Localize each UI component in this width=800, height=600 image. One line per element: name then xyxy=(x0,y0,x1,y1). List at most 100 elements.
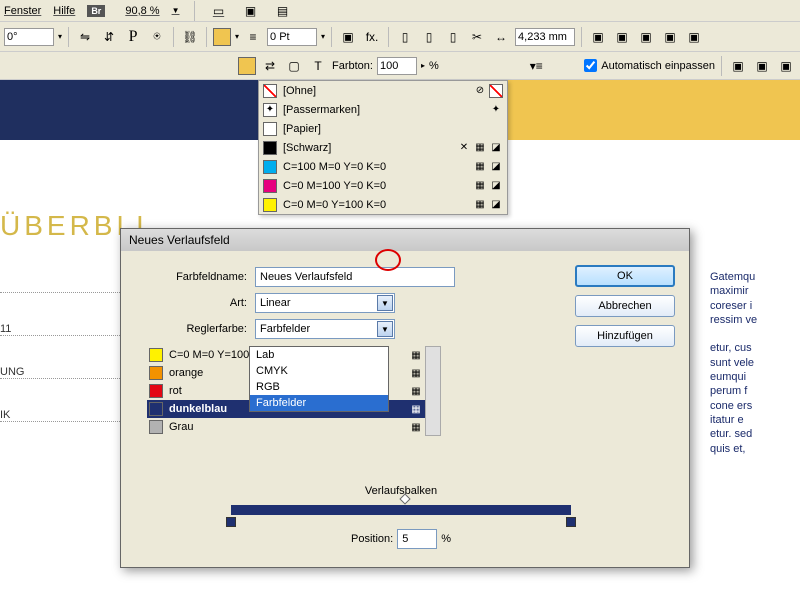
fit-icon-2[interactable]: ▣ xyxy=(612,27,632,47)
none-icon: ⊘ xyxy=(473,84,487,98)
dropdown-icon[interactable]: ▾ xyxy=(58,32,62,41)
align-right-icon[interactable]: ▯ xyxy=(443,27,463,47)
process-icon: ▦ xyxy=(409,348,423,362)
cmyk-icon: ◪ xyxy=(489,198,503,212)
dropdown-option[interactable]: RGB xyxy=(250,379,388,395)
list-item[interactable]: Grau▦◪ xyxy=(147,418,441,436)
arrange-icon[interactable]: ▤ xyxy=(273,1,293,21)
swatch-row[interactable]: [Schwarz]✕▦◪ xyxy=(259,138,507,157)
tint-input[interactable] xyxy=(377,57,417,75)
fit-icon-4[interactable]: ▣ xyxy=(660,27,680,47)
bridge-button[interactable]: Br xyxy=(87,5,105,17)
type-combo[interactable] xyxy=(255,293,395,313)
menu-hilfe[interactable]: Hilfe xyxy=(53,5,75,17)
screen-icon[interactable]: ▣ xyxy=(241,1,261,21)
process-icon: ▦ xyxy=(473,141,487,155)
fill-dropdown-icon[interactable]: ▾ xyxy=(235,32,239,41)
name-label: Farbfeldname: xyxy=(135,271,255,283)
process-icon: ▦ xyxy=(409,402,423,416)
misc-icon-1[interactable]: ▣ xyxy=(728,56,748,76)
position-input[interactable] xyxy=(397,529,437,549)
chevron-down-icon[interactable]: ▼ xyxy=(377,295,393,311)
process-icon: ▦ xyxy=(473,179,487,193)
autofit-label: Automatisch einpassen xyxy=(601,60,715,72)
angle-input[interactable] xyxy=(4,28,54,46)
menu-fenster[interactable]: Fenster xyxy=(4,5,41,17)
stroke-weight-icon[interactable]: ≡ xyxy=(243,27,263,47)
text-icon[interactable]: T xyxy=(308,56,328,76)
process-icon: ▦ xyxy=(409,384,423,398)
process-icon: ▦ xyxy=(409,420,423,434)
container-icon[interactable]: ▢ xyxy=(284,56,304,76)
swatch-toolbar: ⇄ ▢ T Farbton: ▸ % ▾≡ Automatisch einpas… xyxy=(0,52,800,80)
lock-icon: ✕ xyxy=(457,141,471,155)
swatch-row[interactable]: C=100 M=0 Y=0 K=0▦◪ xyxy=(259,157,507,176)
misc-icon-3[interactable]: ▣ xyxy=(776,56,796,76)
add-button[interactable]: Hinzufügen xyxy=(575,325,675,347)
size-icon[interactable]: ↔ xyxy=(491,27,511,47)
none-icon xyxy=(489,84,503,98)
swatch-row[interactable]: C=0 M=100 Y=0 K=0▦◪ xyxy=(259,176,507,195)
cancel-button[interactable]: Abbrechen xyxy=(575,295,675,317)
tint-arrow-icon[interactable]: ▸ xyxy=(421,61,425,70)
swatch-name-input[interactable] xyxy=(255,267,455,287)
anchor-icon[interactable]: ⍟ xyxy=(147,27,167,47)
fill-color[interactable] xyxy=(213,28,231,46)
control-toolbar: ▾ ⇋ ⇵ P ⍟ ⛓ ▾ ≡ ▾ ▣ fx. ▯ ▯ ▯ ✂ ↔ ▣ ▣ ▣ … xyxy=(0,22,800,52)
dropdown-option[interactable]: Farbfelder xyxy=(250,395,388,411)
group-icon[interactable]: ▣ xyxy=(338,27,358,47)
ok-button[interactable]: OK xyxy=(575,265,675,287)
swatch-row[interactable]: [Passermarken]✦ xyxy=(259,100,507,119)
swatch-row[interactable]: [Ohne]⊘ xyxy=(259,81,507,100)
width-input[interactable] xyxy=(515,28,575,46)
fit-icon-5[interactable]: ▣ xyxy=(684,27,704,47)
chevron-down-icon[interactable]: ▼ xyxy=(377,321,393,337)
crop-icon[interactable]: ✂ xyxy=(467,27,487,47)
stopcolor-combo[interactable] xyxy=(255,319,395,339)
zoom-level[interactable]: 90,8 % xyxy=(125,5,159,17)
cmyk-icon: ◪ xyxy=(489,179,503,193)
doc-body-text-2: Gatemqu maximir coreser i ressim ve etur… xyxy=(710,270,800,456)
stopcolor-dropdown: Lab CMYK RGB Farbfelder xyxy=(249,346,389,412)
menubar: Fenster Hilfe Br 90,8 % ▼ ▭ ▣ ▤ xyxy=(0,0,800,22)
swap-icon[interactable]: ⇄ xyxy=(260,56,280,76)
swatch-row[interactable]: [Papier] xyxy=(259,119,507,138)
zoom-dropdown-icon[interactable]: ▼ xyxy=(172,6,180,15)
p-icon[interactable]: P xyxy=(123,27,143,47)
align-left-icon[interactable]: ▯ xyxy=(395,27,415,47)
panel-menu-icon[interactable]: ▾≡ xyxy=(526,56,546,76)
cmyk-icon: ◪ xyxy=(489,160,503,174)
flip-h-icon[interactable]: ⇋ xyxy=(75,27,95,47)
fit-icon[interactable]: ▣ xyxy=(588,27,608,47)
scrollbar[interactable] xyxy=(425,346,441,436)
chain-icon[interactable]: ⛓ xyxy=(180,27,200,47)
registration-icon: ✦ xyxy=(489,103,503,117)
fill-stroke-proxy[interactable] xyxy=(238,57,256,75)
cmyk-icon: ◪ xyxy=(489,141,503,155)
gradient-stop[interactable] xyxy=(226,517,236,527)
fit-icon-3[interactable]: ▣ xyxy=(636,27,656,47)
dropdown-option[interactable]: Lab xyxy=(250,347,388,363)
gradient-ramp[interactable] xyxy=(231,505,571,515)
art-label: Art: xyxy=(135,297,255,309)
gradient-stop[interactable] xyxy=(566,517,576,527)
dropdown-option[interactable]: CMYK xyxy=(250,363,388,379)
process-icon: ▦ xyxy=(473,198,487,212)
doc-side-list: 11 UNG IK xyxy=(0,280,120,452)
percent-label: % xyxy=(429,60,439,72)
stroke-input[interactable] xyxy=(267,28,317,46)
dialog-title: Neues Verlaufsfeld xyxy=(121,229,689,251)
percent-label: % xyxy=(441,533,451,545)
flip-v-icon[interactable]: ⇵ xyxy=(99,27,119,47)
align-center-icon[interactable]: ▯ xyxy=(419,27,439,47)
process-icon: ▦ xyxy=(473,160,487,174)
autofit-checkbox[interactable] xyxy=(584,59,597,72)
fx-icon[interactable]: fx. xyxy=(362,27,382,47)
swatches-panel: [Ohne]⊘ [Passermarken]✦ [Papier] [Schwar… xyxy=(258,80,508,215)
misc-icon-2[interactable]: ▣ xyxy=(752,56,772,76)
tint-label: Farbton: xyxy=(332,60,373,72)
gradient-ramp-label: Verlaufsbalken xyxy=(231,485,571,497)
view-icon[interactable]: ▭ xyxy=(209,1,229,21)
swatch-row[interactable]: C=0 M=0 Y=100 K=0▦◪ xyxy=(259,195,507,214)
dropdown-icon[interactable]: ▾ xyxy=(321,32,325,41)
